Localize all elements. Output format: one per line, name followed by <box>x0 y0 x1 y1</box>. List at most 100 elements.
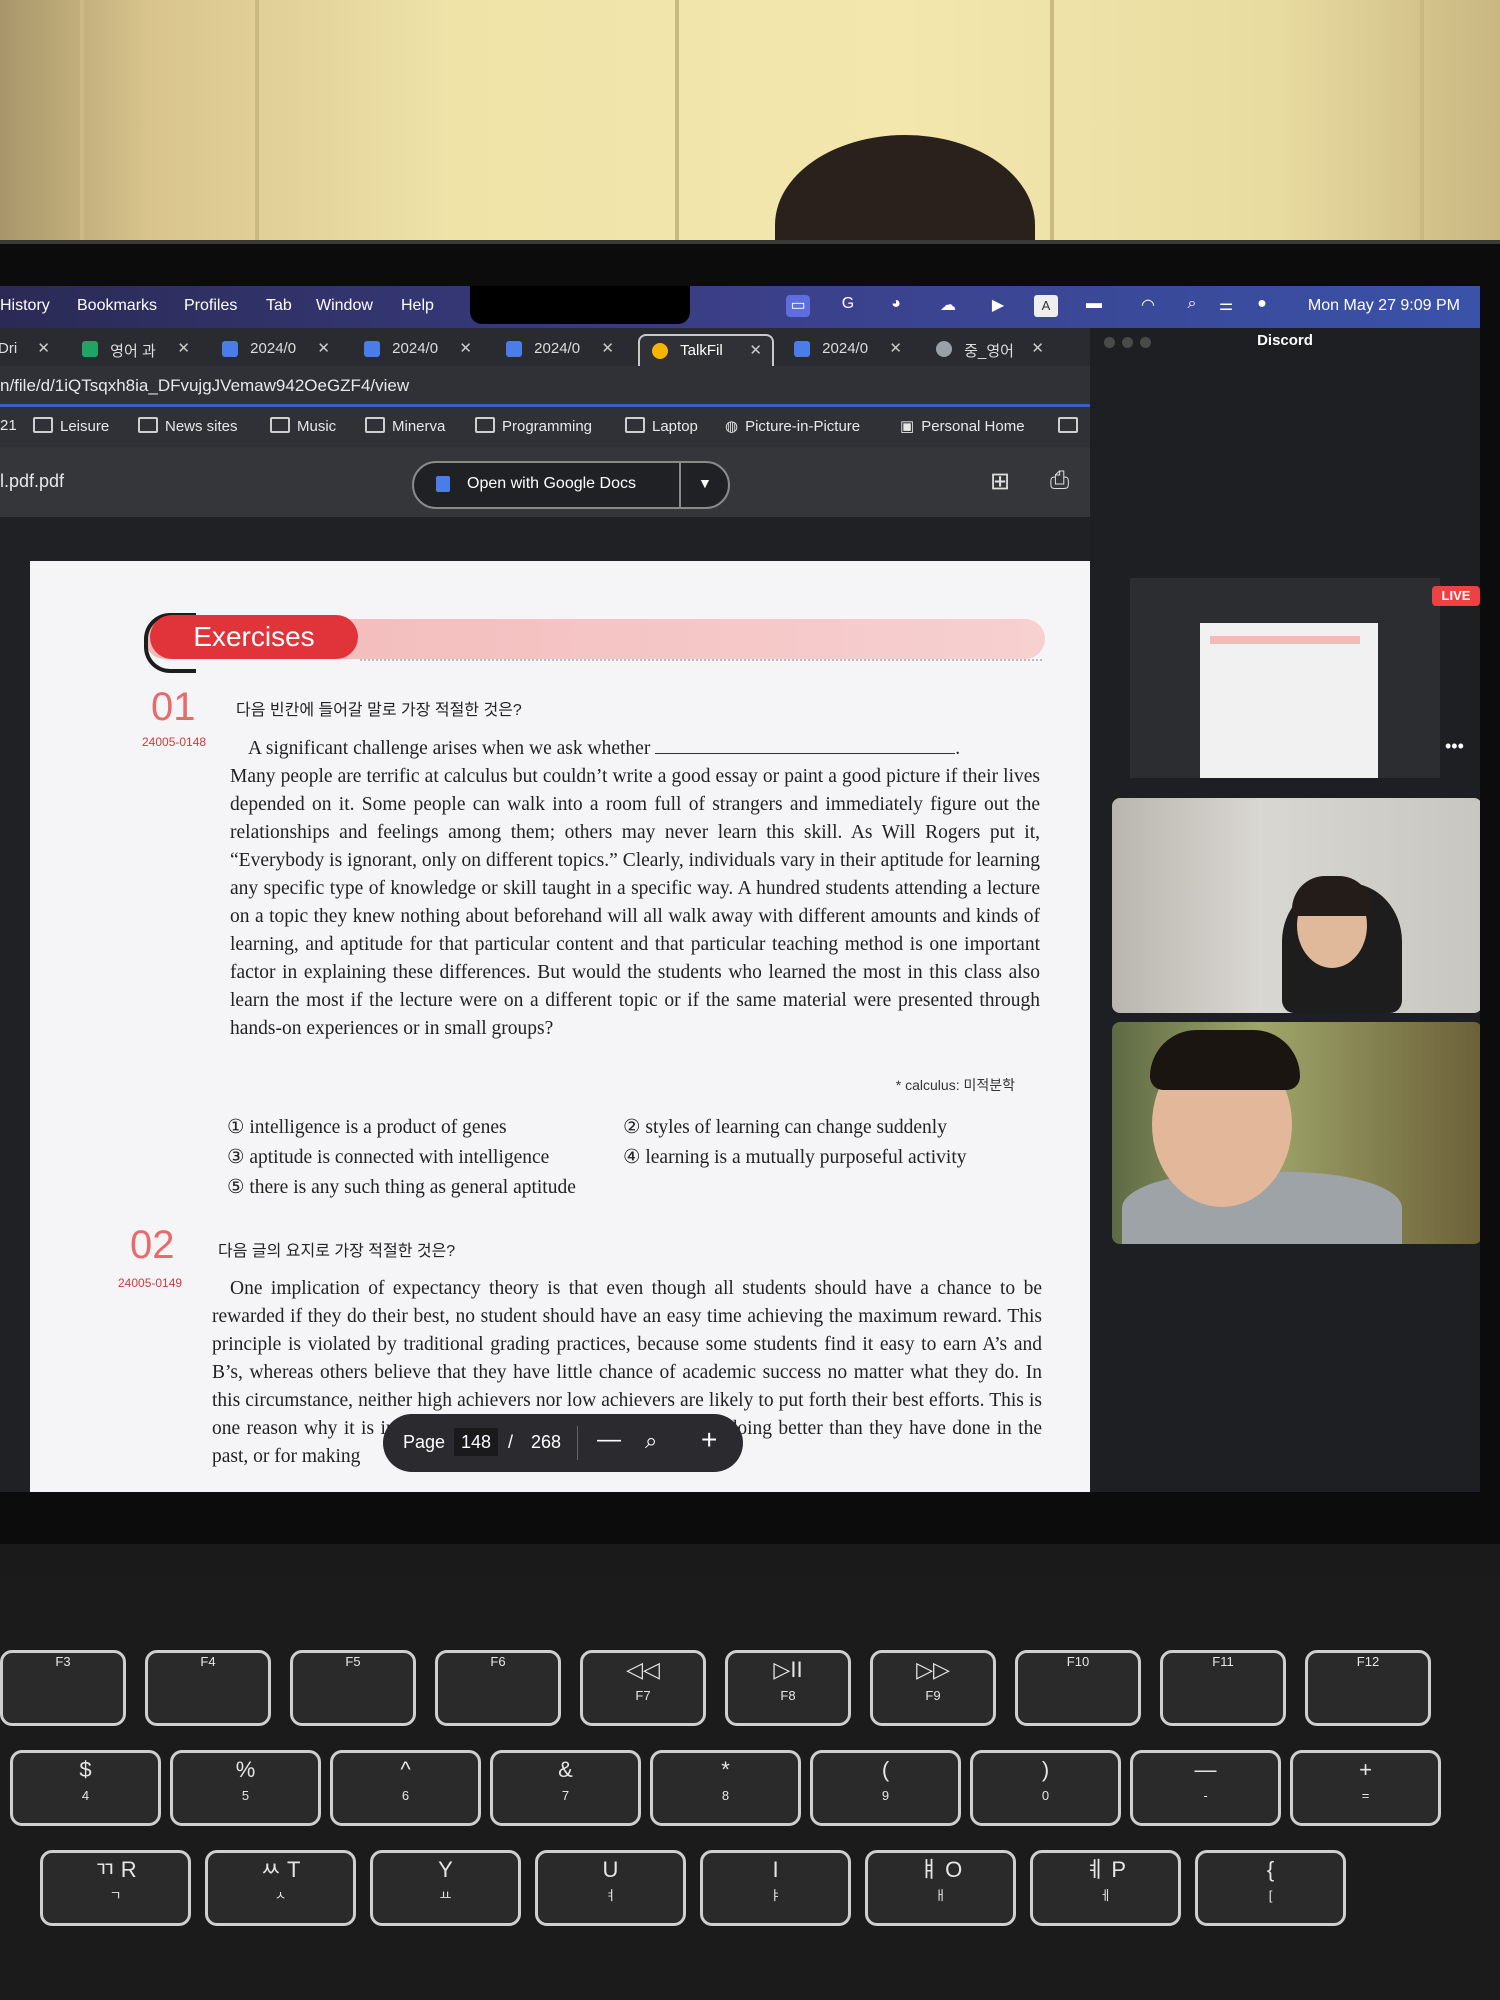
tab-doc[interactable]: 2024/0 ✕ <box>782 334 912 366</box>
address-bar[interactable]: n/file/d/1iQTsqxh8ia_DFvujgJVemaw942OeGZ… <box>0 366 1090 406</box>
keyboard-key[interactable]: ) 0 <box>970 1750 1121 1826</box>
bookmark-pip[interactable]: ◍ Picture-in-Picture <box>725 417 860 435</box>
tab-web[interactable]: 중_영어 ✕ <box>924 334 1054 366</box>
keyboard-key[interactable]: ▷II F8 <box>725 1650 851 1726</box>
menu-clock[interactable]: Mon May 27 9:09 PM <box>1308 297 1460 315</box>
more-options-icon[interactable]: ••• <box>1445 736 1464 757</box>
open-with-label: Open with Google Docs <box>467 475 636 492</box>
bookmark-programming[interactable]: Programming <box>475 417 592 435</box>
play-icon[interactable]: ▶ <box>986 295 1010 317</box>
ghost-icon[interactable]: ☁ <box>936 295 960 317</box>
add-comment-icon[interactable]: ⊞ <box>990 467 1010 496</box>
close-tab-icon[interactable]: ✕ <box>749 341 762 359</box>
keyboard-key[interactable]: ㅒ O ㅐ <box>865 1850 1016 1926</box>
question-code: 24005-0149 <box>118 1276 183 1290</box>
participant-video[interactable] <box>1112 1022 1480 1244</box>
keyboard-key[interactable]: Yㅛ <box>370 1850 521 1926</box>
close-tab-icon[interactable]: ✕ <box>317 339 330 357</box>
bookmark-leisure[interactable]: Leisure <box>33 417 109 435</box>
keyboard-key[interactable]: ◁◁ F7 <box>580 1650 706 1726</box>
answer-option[interactable]: ④ learning is a mutually purposeful acti… <box>623 1145 967 1169</box>
tab-drive[interactable]: Dri ✕ <box>0 334 60 366</box>
keyboard-key[interactable]: F11 <box>1160 1650 1286 1726</box>
wifi-icon[interactable]: ◠ <box>1136 295 1160 317</box>
answer-option[interactable]: ② styles of learning can change suddenly <box>623 1115 947 1139</box>
keyboard-key[interactable]: ▷▷ F9 <box>870 1650 996 1726</box>
close-tab-icon[interactable]: ✕ <box>601 339 614 357</box>
keyboard-key[interactable]: F10 <box>1015 1650 1141 1726</box>
tab-doc[interactable]: 2024/0 ✕ <box>352 334 482 366</box>
keyboard-key[interactable]: (9 <box>810 1750 961 1826</box>
zoom-out-icon[interactable]: — <box>597 1426 621 1454</box>
key-bottom-legend: F7 <box>635 1688 651 1703</box>
keyboard-key[interactable]: Iㅑ <box>700 1850 851 1926</box>
search-icon[interactable]: ⌕ <box>1180 295 1204 317</box>
bookmark-minerva[interactable]: Minerva <box>365 417 445 435</box>
keyboard-key[interactable]: — - <box>1130 1750 1281 1826</box>
keyboard-key[interactable]: F4 <box>145 1650 271 1726</box>
close-tab-icon[interactable]: ✕ <box>889 339 902 357</box>
menu-tab[interactable]: Tab <box>266 297 292 315</box>
answer-option[interactable]: ③ aptitude is connected with intelligenc… <box>227 1145 549 1169</box>
keyboard-key[interactable]: {[ <box>1195 1850 1346 1926</box>
zoom-icon[interactable]: ⌕ <box>645 1428 657 1454</box>
exercises-divider <box>360 659 1042 661</box>
bookmark-personal-home[interactable]: ▣ Personal Home <box>900 417 1025 435</box>
keyboard-key[interactable]: & 7 <box>490 1750 641 1826</box>
tab-doc[interactable]: 2024/0 ✕ <box>210 334 340 366</box>
discord-tray-icon[interactable]: ◕ <box>884 295 908 317</box>
siri-icon[interactable]: ● <box>1250 295 1274 317</box>
keyboard-key[interactable]: * 8 <box>650 1750 801 1826</box>
bookmark-music[interactable]: Music <box>270 417 336 435</box>
close-tab-icon[interactable]: ✕ <box>177 339 190 357</box>
keyboard-key[interactable]: $4 <box>10 1750 161 1826</box>
folder-icon <box>138 417 158 433</box>
zoom-in-icon[interactable]: + <box>701 1424 717 1456</box>
docs-icon <box>506 341 522 357</box>
battery-icon[interactable]: ▬ <box>1082 295 1106 317</box>
keyboard-key[interactable]: + = <box>1290 1750 1441 1826</box>
close-tab-icon[interactable]: ✕ <box>1031 339 1044 357</box>
menu-help[interactable]: Help <box>401 297 434 315</box>
open-with-google-docs-button[interactable]: Open with Google Docs ▼ <box>412 461 730 509</box>
answer-option[interactable]: ① intelligence is a product of genes <box>227 1115 507 1139</box>
tab-sheet[interactable]: 영어 과 ✕ <box>70 334 200 366</box>
page-number-input[interactable]: 148 <box>454 1428 498 1456</box>
keyboard-key[interactable]: F12 <box>1305 1650 1431 1726</box>
close-tab-icon[interactable]: ✕ <box>37 339 50 357</box>
tab-doc[interactable]: 2024/0 ✕ <box>494 334 624 366</box>
participant-video[interactable] <box>1112 798 1480 1013</box>
menu-profiles[interactable]: Profiles <box>184 297 237 315</box>
input-source-icon[interactable]: A <box>1034 295 1058 317</box>
keyboard-key[interactable]: F3 <box>0 1650 126 1726</box>
tab-talkfile-active[interactable]: TalkFil ✕ <box>638 334 774 368</box>
menu-history[interactable]: History <box>0 297 50 315</box>
tab-label: TalkFil <box>680 342 723 359</box>
close-tab-icon[interactable]: ✕ <box>459 339 472 357</box>
control-center-icon[interactable]: ⚌ <box>1214 295 1238 317</box>
bookmark-laptop[interactable]: Laptop <box>625 417 698 435</box>
bookmark-folder-partial[interactable] <box>1058 417 1085 435</box>
keyboard-key[interactable]: ㄲ R ㄱ <box>40 1850 191 1926</box>
print-icon[interactable]: ⎙ <box>1050 467 1069 495</box>
folder-icon <box>1058 417 1078 433</box>
chevron-down-icon[interactable]: ▼ <box>698 475 712 491</box>
bookmark-partial[interactable]: 21 <box>0 417 17 434</box>
screen-share-stream[interactable] <box>1130 578 1440 778</box>
laptop-keyboard: F3 F4 F5 F6 ◁◁ F7 ▷II F8 ▷▷ F9 F10 F11 F12 $4% 5 ^ 6 & 7 *… <box>0 1575 1500 2000</box>
answer-option[interactable]: ⑤ there is any such thing as general apt… <box>227 1175 576 1199</box>
question-code: 24005-0148 <box>142 735 207 749</box>
grammarly-icon[interactable]: G <box>836 295 860 317</box>
keyboard-key[interactable]: F5 <box>290 1650 416 1726</box>
url-text[interactable]: n/file/d/1iQTsqxh8ia_DFvujgJVemaw942OeGZ… <box>0 376 409 396</box>
keyboard-key[interactable]: ㅆ T ㅅ <box>205 1850 356 1926</box>
keyboard-key[interactable]: % 5 <box>170 1750 321 1826</box>
keyboard-key[interactable]: Uㅕ <box>535 1850 686 1926</box>
menu-bookmarks[interactable]: Bookmarks <box>77 297 157 315</box>
menu-window[interactable]: Window <box>316 297 373 315</box>
keyboard-key[interactable]: F6 <box>435 1650 561 1726</box>
keyboard-key[interactable]: ㅖ P ㅔ <box>1030 1850 1181 1926</box>
keyboard-key[interactable]: ^ 6 <box>330 1750 481 1826</box>
bookmark-news-sites[interactable]: News sites <box>138 417 238 435</box>
screen-share-icon[interactable]: ▭ <box>786 295 810 317</box>
